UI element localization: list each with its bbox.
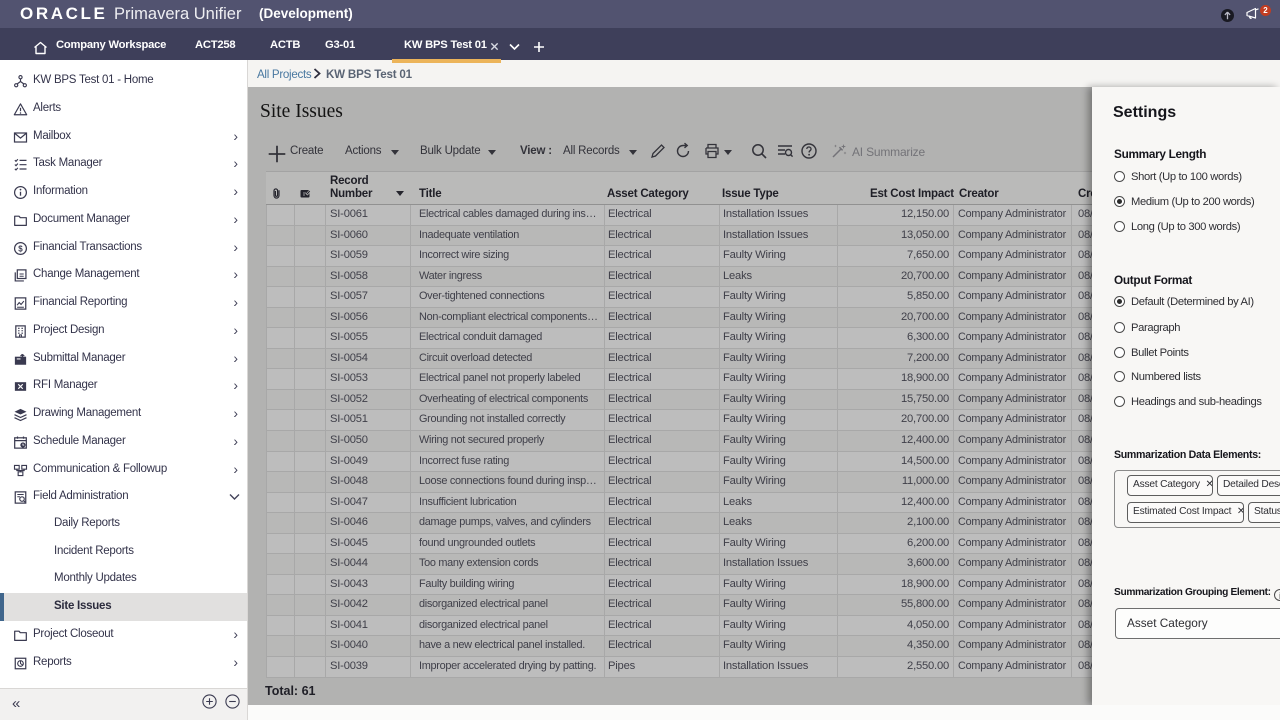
svg-text:$: $	[18, 244, 23, 253]
